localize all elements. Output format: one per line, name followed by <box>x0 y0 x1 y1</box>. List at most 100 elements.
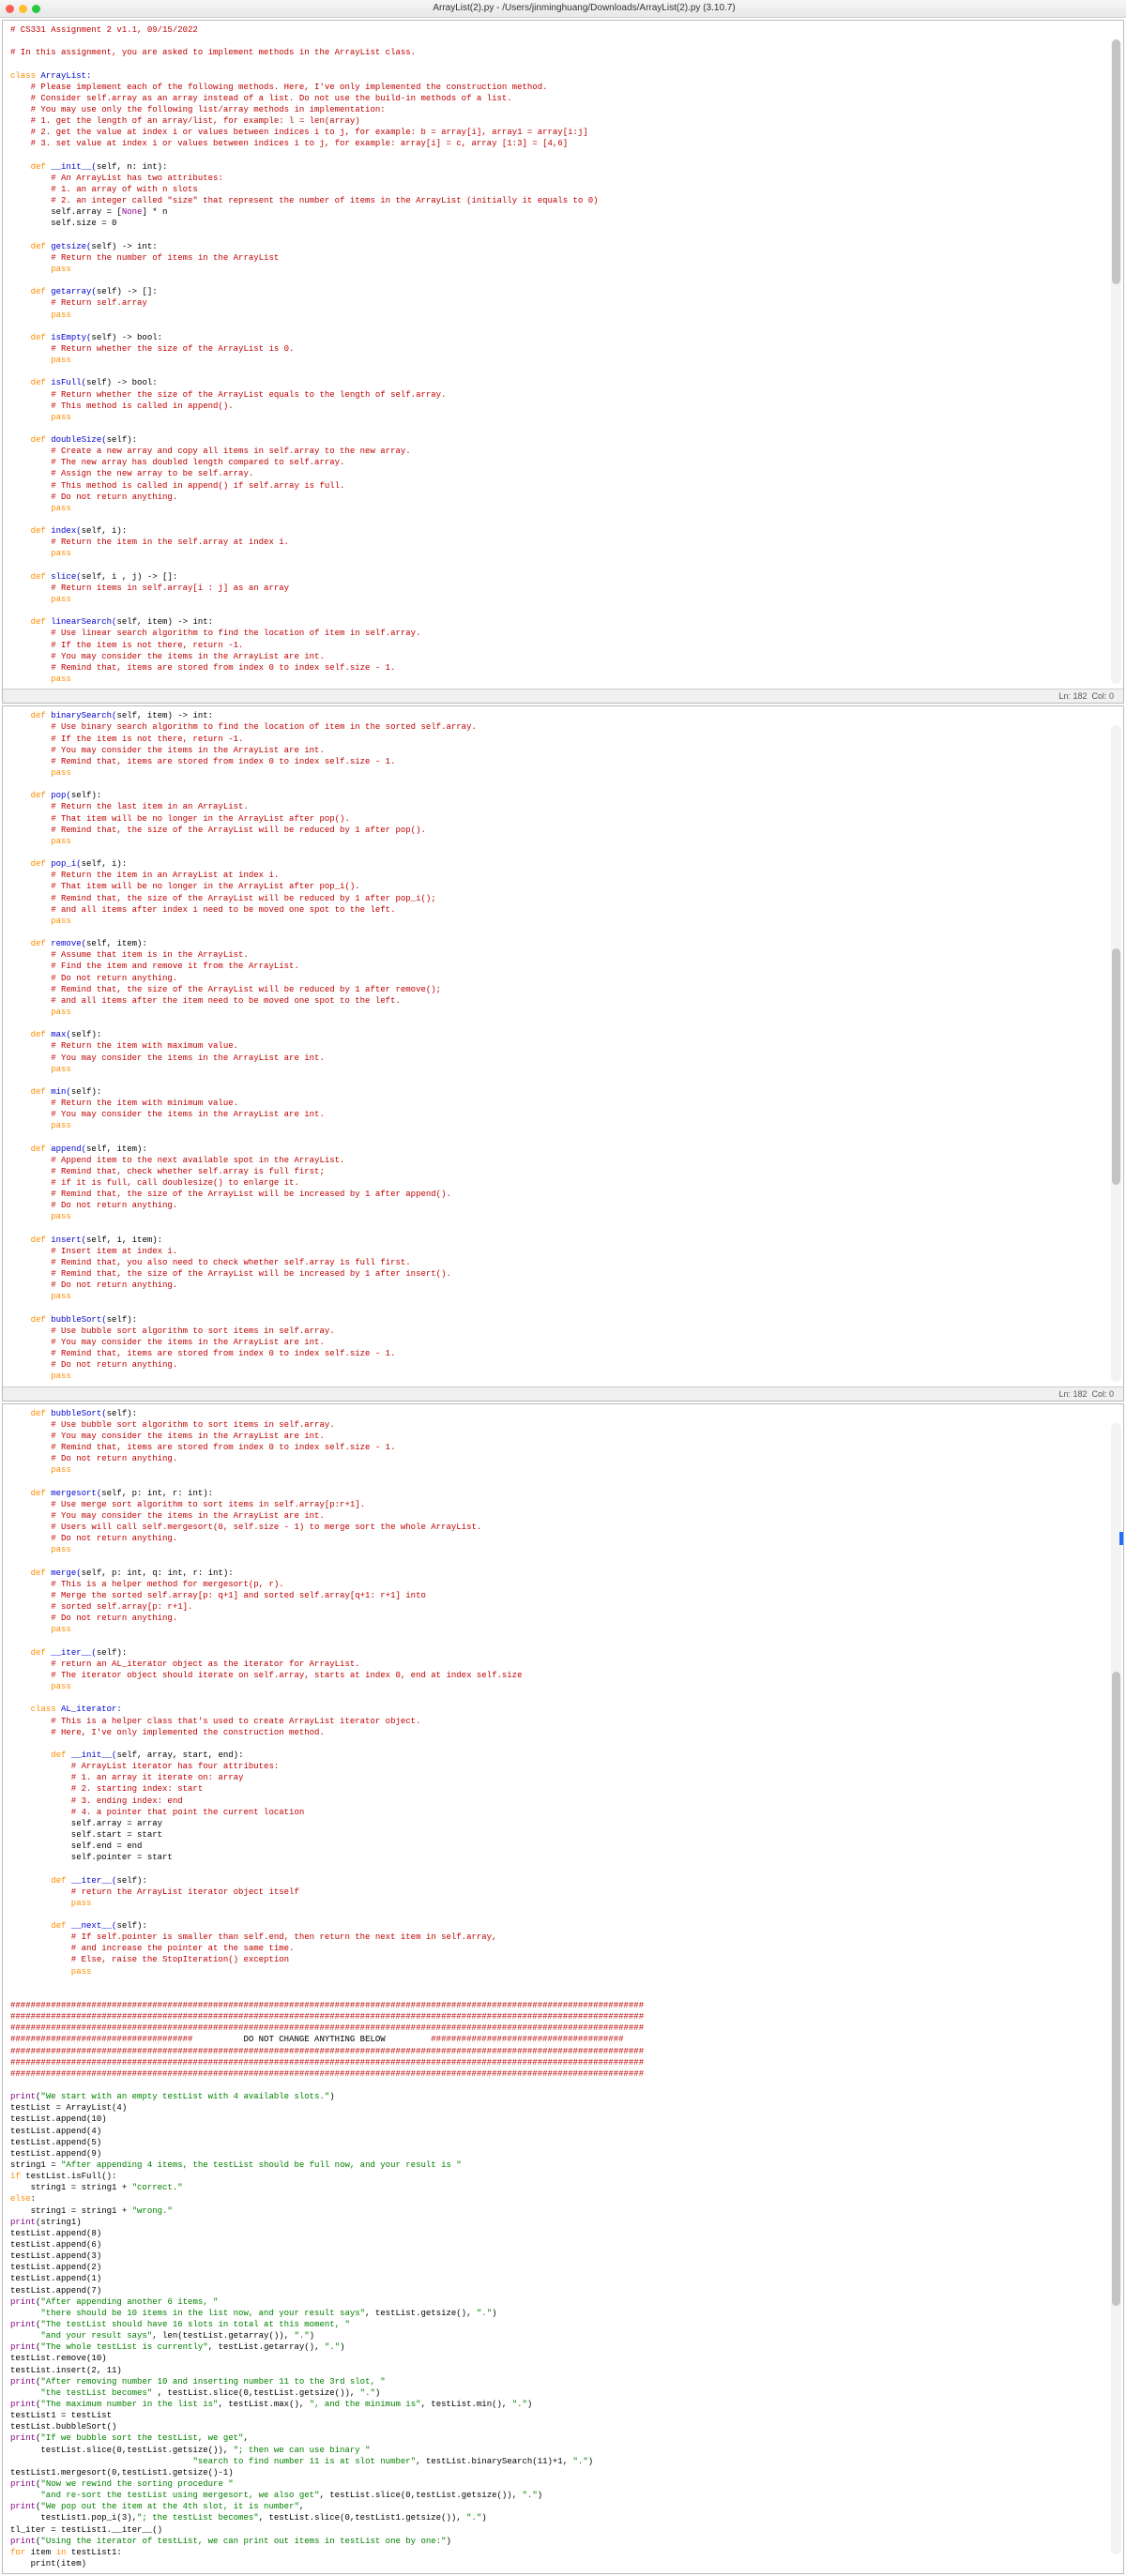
string: "If we bubble sort the testList, we get" <box>40 2433 243 2443</box>
code-line: testList.append(7) <box>10 2286 101 2296</box>
comment: # return an AL_iterator object as the it… <box>10 1659 360 1669</box>
string: "search to find number 11 is at slot num… <box>192 2457 416 2466</box>
code-line: self.array = array <box>10 1819 162 1828</box>
params: , p: int, r: int): <box>122 1489 213 1498</box>
code-line: testList.append(10) <box>10 2114 107 2124</box>
params: , item) -> int: <box>137 711 213 720</box>
code-line: (string1) <box>36 2218 82 2227</box>
keyword-pass: pass <box>10 1682 71 1691</box>
keyword-def: def <box>31 1087 46 1097</box>
param-self: self <box>82 859 102 869</box>
status-ln: Ln: 182 <box>1058 1389 1087 1399</box>
method-pop: pop( <box>46 791 71 800</box>
comment: # if it is full, call doublesize() to en… <box>10 1178 299 1188</box>
keyword-def: def <box>31 939 46 948</box>
comment: # Remind that, the size of the ArrayList… <box>10 826 426 835</box>
method-slice: slice( <box>46 572 82 582</box>
comment: # Consider self.array as an array instea… <box>10 94 512 103</box>
params: ): <box>91 1030 101 1039</box>
keyword-def: def <box>31 791 46 800</box>
params: , i): <box>101 859 127 869</box>
string: "and your result says" <box>40 2331 152 2341</box>
code-line: testList.append(3) <box>10 2251 101 2261</box>
string: "After appending another 6 items, " <box>40 2297 218 2307</box>
method-append: append( <box>46 1144 86 1154</box>
scrollbar[interactable] <box>1111 1423 1121 2554</box>
builtin-print: print <box>10 2400 36 2409</box>
comment: # and all items after index i need to be… <box>10 905 395 915</box>
params: ): <box>91 1087 101 1097</box>
comment: # Remind that, the size of the ArrayList… <box>10 1269 451 1279</box>
class-name: ArrayList: <box>36 71 91 81</box>
comment: # and increase the pointer at the same t… <box>10 1944 294 1953</box>
keyword-pass: pass <box>10 1292 71 1301</box>
string: "there should be 10 items in the list no… <box>40 2309 365 2318</box>
comment: # Return whether the size of the ArrayLi… <box>10 344 294 354</box>
keyword-def: def <box>31 378 46 387</box>
comment: # You may consider the items in the Arra… <box>10 652 325 661</box>
close-icon[interactable] <box>6 5 14 13</box>
comment: # Find the item and remove it from the A… <box>10 962 299 971</box>
keyword-pass: pass <box>10 1371 71 1381</box>
code-line: testList.append(2) <box>10 2263 101 2272</box>
params: , n: int): <box>116 162 167 172</box>
code-line: , testList.max(), <box>218 2400 309 2409</box>
string: "wrong." <box>132 2206 173 2216</box>
scrollbar[interactable] <box>1111 725 1121 1381</box>
keyword-pass: pass <box>10 768 71 778</box>
code-area[interactable]: def bubbleSort(self): # Use bubble sort … <box>3 1404 1123 2573</box>
code-line: testList.append(8) <box>10 2229 101 2238</box>
keyword-def: def <box>31 617 46 627</box>
banner-row: ########################################… <box>10 2047 644 2056</box>
comment: # Users will call self.mergesort(0, self… <box>10 1523 481 1532</box>
comment: # Here, I've only implemented the constr… <box>10 1728 325 1737</box>
param-self: self <box>71 791 92 800</box>
code-line: , testList.slice(0,testList.getsize()), <box>152 2388 359 2398</box>
comment: # This is a helper method for mergesort(… <box>10 1580 284 1589</box>
keyword-pass: pass <box>10 595 71 604</box>
method-isfull: isFull( <box>46 378 86 387</box>
param-self: self <box>82 1568 102 1578</box>
comment: # Remind that, the size of the ArrayList… <box>10 894 436 903</box>
string: "The whole testList is currently" <box>40 2342 207 2352</box>
comment: # You may consider the items in the Arra… <box>10 746 325 755</box>
params: ): <box>127 1315 137 1325</box>
comment: # Do not return anything. <box>10 1614 177 1623</box>
comment: # Use binary search algorithm to find th… <box>10 722 477 732</box>
code-area[interactable]: def binarySearch(self, item) -> int: # U… <box>3 706 1123 1386</box>
params: ) -> int: <box>112 242 158 251</box>
code-line: testList.append(1) <box>10 2274 101 2283</box>
keyword-def: def <box>31 1030 46 1039</box>
string: "." <box>573 2457 588 2466</box>
keyword-pass: pass <box>10 356 71 365</box>
comment: # Do not return anything. <box>10 1454 177 1463</box>
comment: # Create a new array and copy all items … <box>10 447 411 456</box>
banner-left: #################################### <box>10 2035 192 2044</box>
comment: # Remind that, check whether self.array … <box>10 1167 325 1176</box>
method-max: max( <box>46 1030 71 1039</box>
code-line: testList.isFull(): <box>21 2172 117 2181</box>
code-line: , testList.slice(0,testList1.getsize()), <box>259 2513 466 2523</box>
code-line: testList.slice(0,testList.getsize()), <box>10 2446 234 2455</box>
comment: # Remind that, items are stored from ind… <box>10 663 395 673</box>
code-line: testList1.pop_i(3), <box>10 2513 137 2523</box>
method-al-iter: __iter__( <box>66 1876 116 1886</box>
keyword-for: for <box>10 2548 25 2557</box>
method-getsize: getsize( <box>46 242 92 251</box>
code-line: self.size = 0 <box>10 219 116 228</box>
scrollbar[interactable] <box>1111 39 1121 684</box>
comment: # You may consider the items in the Arra… <box>10 1432 325 1441</box>
params: , i , j) -> []: <box>101 572 177 582</box>
code-area[interactable]: # CS331 Assignment 2 v1.1, 09/15/2022 # … <box>3 21 1123 689</box>
code-line: self.pointer = start <box>10 1853 173 1862</box>
code-line: testList.bubbleSort() <box>10 2422 116 2432</box>
keyword-def: def <box>31 1144 46 1154</box>
keyword-def: def <box>31 1315 46 1325</box>
zoom-icon[interactable] <box>32 5 40 13</box>
keyword-pass: pass <box>10 1065 71 1074</box>
minimize-icon[interactable] <box>19 5 27 13</box>
param-self: self <box>107 1315 128 1325</box>
params: , array, start, end): <box>137 1750 243 1760</box>
window-title: ArrayList(2).py - /Users/jinminghuang/Do… <box>48 2 1120 15</box>
keyword-def: def <box>51 1921 66 1931</box>
